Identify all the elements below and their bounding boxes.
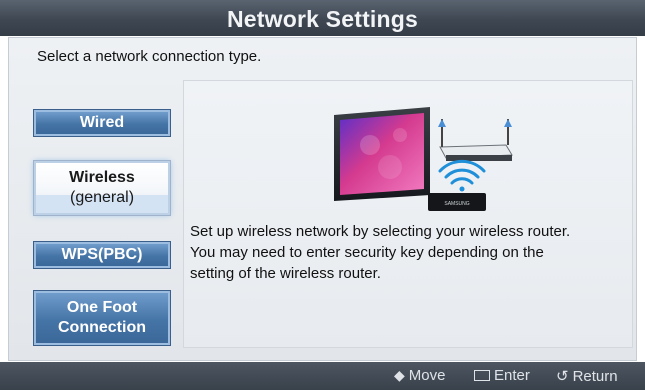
return-icon: ↺ xyxy=(556,368,569,385)
description-text: Set up wireless network by selecting you… xyxy=(190,221,645,284)
network-settings-screen: Network Settings Select a network connec… xyxy=(0,0,645,390)
router-icon xyxy=(438,119,513,161)
return-hint: ↺ Return xyxy=(556,367,618,386)
page-title: Network Settings xyxy=(0,0,645,36)
option-wps-label: WPS(PBC) xyxy=(61,246,143,263)
main-panel: Select a network connection type. Wired … xyxy=(8,37,637,361)
footer-hint-bar: ◆ Move Enter ↺ Return xyxy=(0,362,645,390)
option-wps-pbc-button[interactable]: WPS(PBC) xyxy=(33,241,171,269)
wifi-icon xyxy=(438,159,486,192)
option-wireless-label: Wireless xyxy=(69,169,135,186)
option-wired-button[interactable]: Wired xyxy=(33,109,171,137)
enter-hint: Enter xyxy=(474,367,530,384)
tv-router-illustration: SAMSUNG xyxy=(334,107,513,211)
option-one-foot-label: One Foot xyxy=(66,299,138,316)
return-label: Return xyxy=(572,367,618,385)
up-down-arrows-icon: ◆ xyxy=(394,367,405,383)
tv-icon xyxy=(334,107,430,201)
device-box-icon: SAMSUNG xyxy=(428,193,486,211)
content-panel: SAMSUNG Set up wireless network by selec… xyxy=(183,80,633,348)
router-badge-text: SAMSUNG xyxy=(444,201,469,207)
instruction-text: Select a network connection type. xyxy=(37,48,262,65)
description-line-1: Set up wireless network by selecting you… xyxy=(190,223,571,240)
move-hint: ◆ Move xyxy=(394,367,445,384)
option-wireless-general-button[interactable]: Wireless (general) xyxy=(33,160,171,216)
move-label: Move xyxy=(408,367,446,384)
option-wireless-sublabel: (general) xyxy=(69,189,135,206)
description-line-2: You may need to enter security key depen… xyxy=(190,244,544,261)
option-wired-label: Wired xyxy=(79,114,125,131)
option-one-foot-sublabel: Connection xyxy=(58,319,146,336)
enter-icon xyxy=(474,370,490,381)
option-one-foot-connection-button[interactable]: One Foot Connection xyxy=(33,290,171,346)
enter-label: Enter xyxy=(494,367,530,384)
description-line-3: setting of the wireless router. xyxy=(190,265,381,282)
